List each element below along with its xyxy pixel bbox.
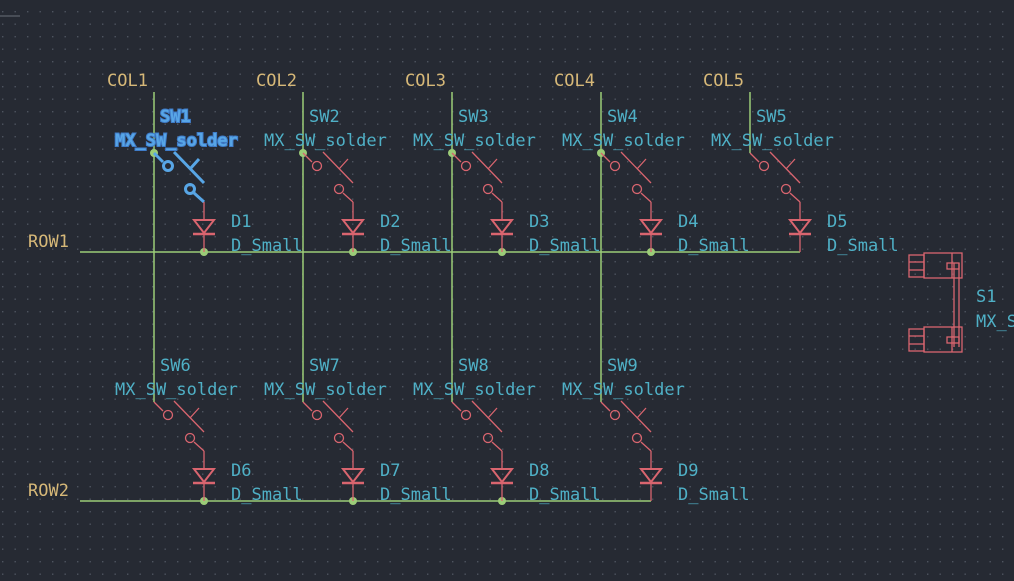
- switch-value[interactable]: MX_SW_solder: [115, 380, 238, 400]
- diode-reference[interactable]: D3: [529, 212, 549, 232]
- switch-reference[interactable]: SW3: [458, 107, 489, 127]
- switch-reference[interactable]: SW1: [159, 106, 192, 128]
- net-label-col5[interactable]: COL5: [703, 71, 744, 91]
- diode-reference[interactable]: D9: [678, 461, 698, 481]
- switch-reference[interactable]: SW5: [756, 107, 787, 127]
- connector-value[interactable]: MX_S: [976, 312, 1014, 332]
- switch-value[interactable]: MX_SW_solder: [413, 380, 536, 400]
- switch-reference[interactable]: SW8: [458, 356, 489, 376]
- diode-value[interactable]: D_Small: [380, 236, 452, 256]
- switch-value[interactable]: MX_SW_solder: [711, 131, 834, 151]
- switch-value[interactable]: MX_SW_solder: [562, 380, 685, 400]
- switch-reference[interactable]: SW6: [160, 356, 191, 376]
- diode-value[interactable]: D_Small: [231, 485, 303, 505]
- diode-value[interactable]: D_Small: [678, 236, 750, 256]
- schematic-canvas[interactable]: ROW1ROW2COL1 COL2 COL3 COL4 COL5SW1MX_SW_sol…: [0, 0, 1014, 581]
- switch-value[interactable]: MX_SW_solder: [114, 130, 239, 152]
- grid: [0, 0, 1014, 581]
- net-label-col1[interactable]: COL1: [107, 71, 148, 91]
- switch-reference[interactable]: SW2: [309, 107, 340, 127]
- diode-value[interactable]: D_Small: [529, 485, 601, 505]
- diode-reference[interactable]: D8: [529, 461, 549, 481]
- switch-value[interactable]: MX_SW_solder: [413, 131, 536, 151]
- switch-reference[interactable]: SW9: [607, 356, 638, 376]
- net-label-col3[interactable]: COL3: [405, 71, 446, 91]
- connector-reference[interactable]: S1: [976, 287, 996, 307]
- switch-value[interactable]: MX_SW_solder: [264, 131, 387, 151]
- net-label-col2[interactable]: COL2: [256, 71, 297, 91]
- switch-value[interactable]: MX_SW_solder: [264, 380, 387, 400]
- diode-value[interactable]: D_Small: [380, 485, 452, 505]
- diode-value[interactable]: D_Small: [827, 236, 899, 256]
- diode-reference[interactable]: D6: [231, 461, 251, 481]
- diode-reference[interactable]: D1: [231, 212, 251, 232]
- net-label-row2[interactable]: ROW2: [28, 481, 69, 501]
- net-label-col4[interactable]: COL4: [554, 71, 595, 91]
- switch-reference[interactable]: SW4: [607, 107, 638, 127]
- diode-reference[interactable]: D4: [678, 212, 698, 232]
- switch-reference[interactable]: SW7: [309, 356, 340, 376]
- net-label-row1[interactable]: ROW1: [28, 232, 69, 252]
- diode-reference[interactable]: D5: [827, 212, 847, 232]
- diode-value[interactable]: D_Small: [529, 236, 601, 256]
- diode-value[interactable]: D_Small: [231, 236, 303, 256]
- diode-value[interactable]: D_Small: [678, 485, 750, 505]
- diode-reference[interactable]: D7: [380, 461, 400, 481]
- switch-value[interactable]: MX_SW_solder: [562, 131, 685, 151]
- diode-reference[interactable]: D2: [380, 212, 400, 232]
